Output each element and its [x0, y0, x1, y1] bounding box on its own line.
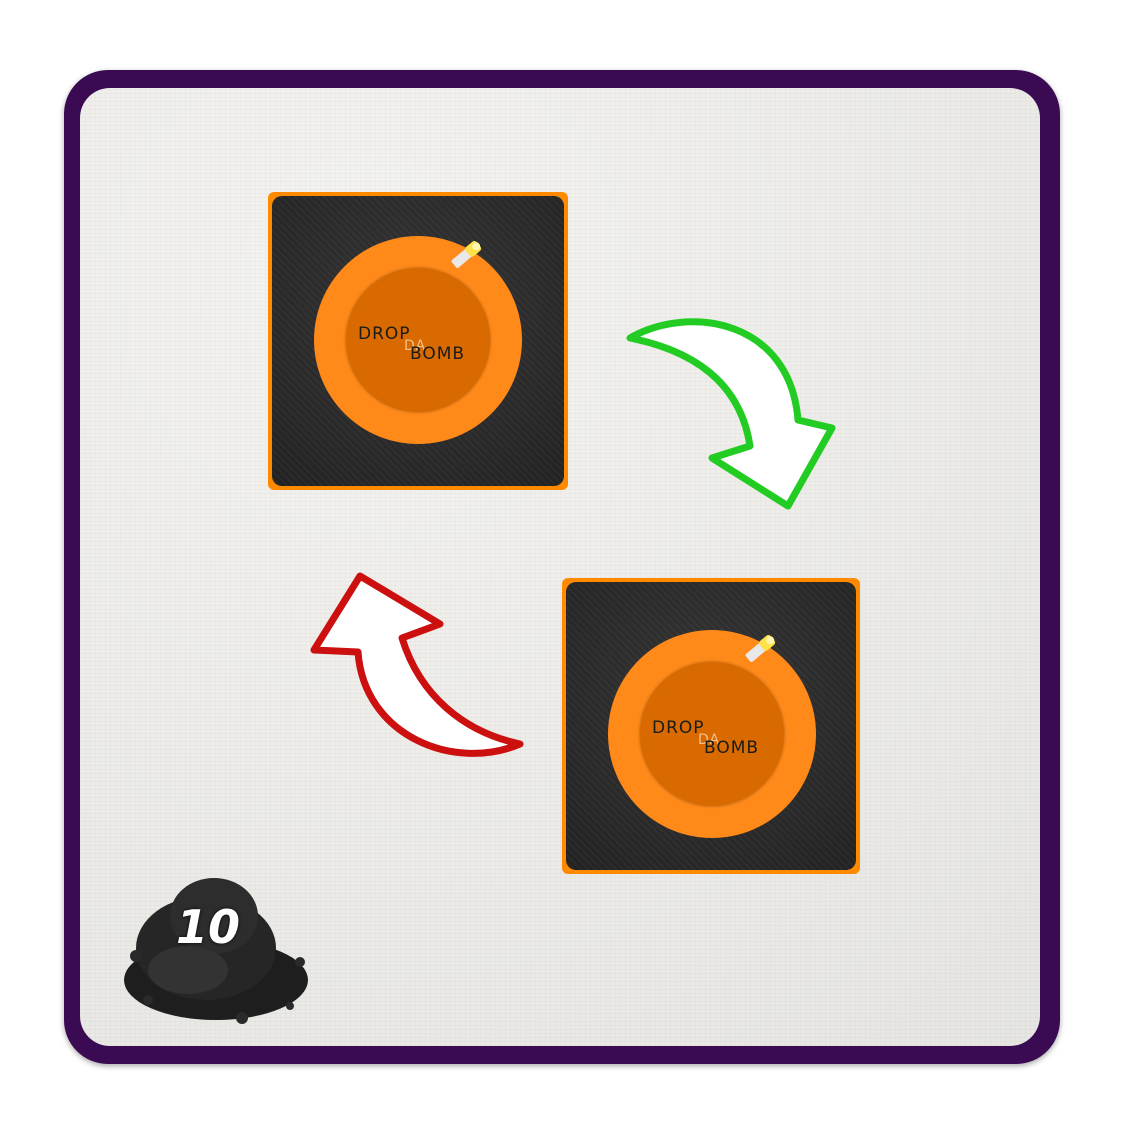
red-curved-arrow-icon [310, 572, 524, 757]
tile-background: DROP DA BOMB [272, 196, 564, 486]
tile-background: DROP DA BOMB [566, 582, 856, 870]
fuse-icon [745, 634, 776, 662]
logo-word-drop: DROP [358, 324, 411, 344]
bomb-core: DROP DA BOMB [346, 268, 490, 412]
bomb-icon: DROP DA BOMB [608, 630, 816, 838]
card-value-number: 10 [176, 900, 241, 954]
bomb-core: DROP DA BOMB [640, 662, 784, 806]
bomb-icon: DROP DA BOMB [314, 236, 522, 444]
logo-word-drop: DROP [652, 718, 705, 738]
bomb-tile-bottom[interactable]: DROP DA BOMB [562, 578, 860, 874]
drop-da-bomb-logo: DROP DA BOMB [640, 662, 784, 806]
green-curved-arrow-icon [626, 318, 836, 510]
fuse-icon [451, 240, 482, 268]
drop-da-bomb-logo: DROP DA BOMB [346, 268, 490, 412]
bomb-tile-top[interactable]: DROP DA BOMB [268, 192, 568, 490]
logo-word-bomb: BOMB [704, 738, 760, 758]
logo-word-bomb: BOMB [410, 344, 466, 364]
